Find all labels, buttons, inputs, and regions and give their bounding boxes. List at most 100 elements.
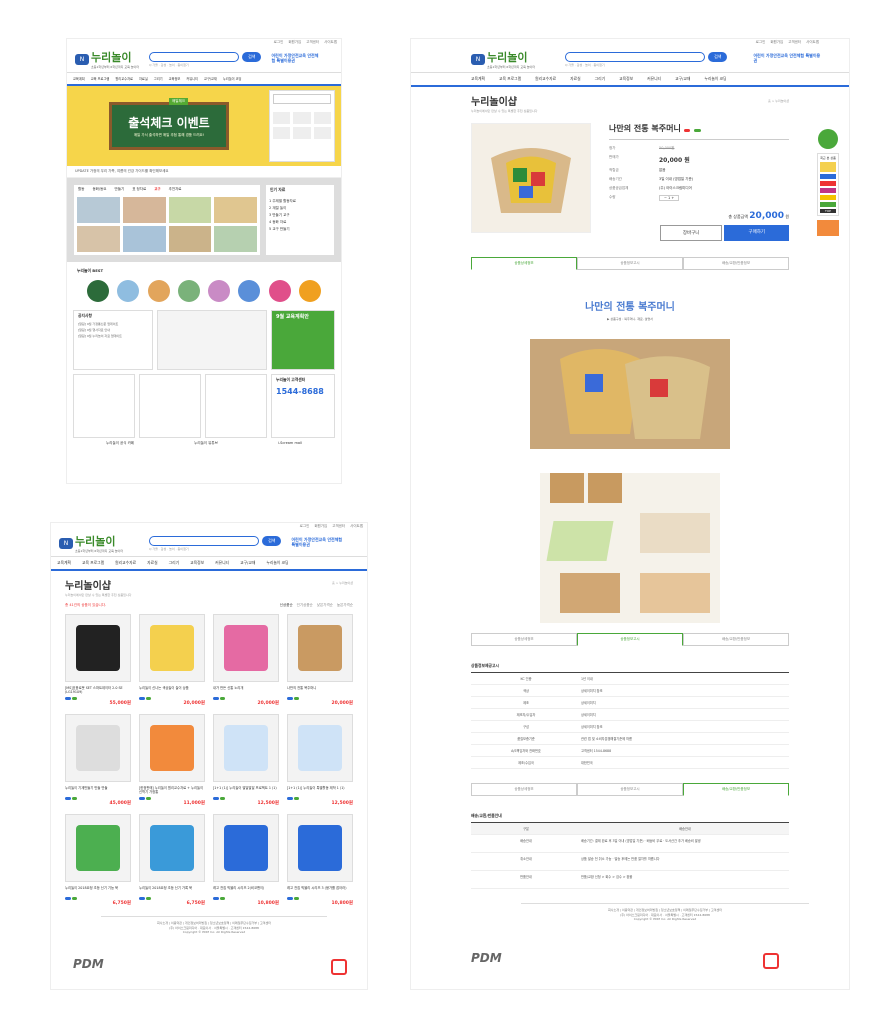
- rank-item[interactable]: 5 교구 만들기: [269, 226, 331, 233]
- menu-item[interactable]: 누리놀이 코딩: [704, 76, 726, 82]
- util-sitemap[interactable]: 사이트맵: [324, 40, 337, 45]
- menu-item[interactable]: 교구/교재: [204, 76, 217, 81]
- menu-item[interactable]: 누리놀이 코딩: [266, 560, 288, 566]
- thumb[interactable]: [122, 226, 166, 252]
- thumb[interactable]: [77, 226, 120, 252]
- tab-shipping[interactable]: 배송/교환/반품정보: [683, 257, 789, 270]
- product-thumb[interactable]: [139, 714, 205, 782]
- product-thumb[interactable]: [65, 714, 131, 782]
- product-card[interactable]: 나만의 전통 복주머니 20,000원: [287, 614, 353, 706]
- quick-icon[interactable]: [313, 127, 331, 139]
- tab-material[interactable]: 표 정자료: [132, 187, 146, 192]
- side-banner[interactable]: [817, 220, 839, 236]
- product-name[interactable]: [MS]호응로봇 SET 스마트데이터 2.0 SE (LG19109): [65, 682, 131, 696]
- quick-icon[interactable]: [273, 127, 291, 139]
- product-thumb[interactable]: [139, 614, 205, 682]
- thumb[interactable]: [122, 197, 166, 223]
- menu-item[interactable]: 교육 프로그램: [499, 76, 521, 82]
- board-box[interactable]: [139, 374, 201, 438]
- cart-button[interactable]: 장바구니: [659, 225, 723, 241]
- product-name[interactable]: 나만의 전통 복주머니: [287, 682, 353, 696]
- youtube-link[interactable]: 누리놀이 유튜브: [194, 441, 218, 446]
- product-card[interactable]: 내가 만든 신통 노리개 20,000원: [213, 614, 279, 706]
- product-card[interactable]: 누리놀이 2018요정 초등 신기 가록 북 6,750원: [139, 814, 205, 906]
- top-button[interactable]: TOP: [820, 209, 836, 213]
- instagram-icon[interactable]: [820, 188, 836, 193]
- thumb[interactable]: [168, 226, 212, 252]
- menu-item[interactable]: 교육정보: [190, 560, 204, 566]
- quantity-stepper[interactable]: − 1 +: [659, 195, 680, 201]
- product-thumb[interactable]: [65, 814, 131, 882]
- quick-icon[interactable]: [293, 112, 311, 124]
- tab-notice[interactable]: 상품정보고시: [577, 783, 683, 796]
- best-item[interactable]: [87, 280, 110, 302]
- product-thumb[interactable]: [287, 814, 353, 882]
- product-card[interactable]: [한정판매] 누리놀이 원리교수자료 + 누리놀이 신학기 가정통 11,000…: [139, 714, 205, 806]
- menu-item[interactable]: 교육계획: [471, 76, 485, 82]
- menu-item[interactable]: 원리교수자료: [115, 76, 133, 81]
- blog-icon[interactable]: [820, 202, 836, 207]
- rank-item[interactable]: 3 만들기 교구: [269, 212, 331, 219]
- util-cs[interactable]: 고객센터: [306, 40, 319, 45]
- breadcrumb[interactable]: 홈 > 누리놀이샵: [332, 581, 353, 585]
- search-button[interactable]: 검색: [242, 51, 262, 62]
- menu-item[interactable]: 커뮤니티: [215, 560, 229, 566]
- best-item[interactable]: [268, 280, 291, 302]
- menu-item[interactable]: 그리기: [169, 560, 179, 566]
- search-input[interactable]: [565, 51, 706, 62]
- product-thumb[interactable]: [139, 814, 205, 882]
- sort-popular[interactable]: 인기상품순: [297, 603, 313, 608]
- rank-item[interactable]: 2 계절 놀이: [269, 205, 331, 212]
- menu-item[interactable]: 누리놀이 코딩: [223, 76, 242, 81]
- promo-banner[interactable]: 어린이 가정안전교육 안전체험 특별이용권: [291, 537, 345, 548]
- tab-story[interactable]: 동화/동요: [92, 187, 106, 192]
- menu-item[interactable]: 교육 프로그램: [91, 76, 110, 81]
- tab-shipping[interactable]: 배송/교환/반품정보: [683, 783, 789, 796]
- thumb[interactable]: [214, 197, 257, 223]
- promo-banner[interactable]: 어린이 가정안전교육 안전체험 특별이용권: [271, 53, 319, 64]
- cafe-link[interactable]: 누리놀이 공식 카페: [106, 441, 134, 446]
- product-card[interactable]: [1+1 (1)] 누리놀이 특별활동 제작 1 (1) 12,500원: [287, 714, 353, 806]
- product-thumb[interactable]: [287, 614, 353, 682]
- product-card[interactable]: 레고 전집 빅블리 시리즈 3 (붕가를 잡아라) 10,800원: [287, 814, 353, 906]
- main-banner[interactable]: 매일체크 출석체크 이벤트 매일 가서 출석하면 매일 추첨 통해 경품 드려요…: [67, 86, 341, 166]
- util-sitemap[interactable]: 사이트맵: [350, 524, 363, 529]
- mall-link[interactable]: i-Scream mall: [278, 441, 302, 446]
- product-name[interactable]: 레고 전집 빅블리 시리즈 3 (붕가를 잡아라): [287, 882, 353, 896]
- thumb[interactable]: [77, 197, 120, 223]
- quick-icon[interactable]: [273, 112, 291, 124]
- menu-item[interactable]: 교구/교재: [240, 560, 255, 566]
- logo[interactable]: N 누리놀이 초등1학년부터 6학년까지 교육 놀이터: [75, 49, 139, 69]
- product-name[interactable]: 누리놀이 2018요정 초등 신기 가록 북: [139, 882, 205, 896]
- menu-item[interactable]: 자료실: [139, 76, 148, 81]
- product-name[interactable]: 누리놀이 2018요정 초등 신기 기능 북: [65, 882, 131, 896]
- product-thumb[interactable]: [65, 614, 131, 682]
- product-thumb[interactable]: [213, 714, 279, 782]
- tab-detail[interactable]: 상품상세정보: [471, 783, 577, 796]
- tab-detail[interactable]: 상품상세정보: [471, 633, 577, 646]
- product-thumb[interactable]: [213, 814, 279, 882]
- youtube-icon[interactable]: [820, 181, 836, 186]
- menu-item[interactable]: 커뮤니티: [647, 76, 661, 82]
- recent-item[interactable]: [820, 162, 836, 172]
- menu-item[interactable]: 교육정보: [169, 76, 181, 81]
- menu-item[interactable]: 그리기: [154, 76, 163, 81]
- quick-icon[interactable]: [293, 127, 311, 139]
- util-login[interactable]: 로그인: [300, 524, 310, 529]
- menu-item[interactable]: 원리교수자료: [115, 560, 136, 566]
- util-join[interactable]: 회원가입: [314, 524, 327, 529]
- util-login[interactable]: 로그인: [274, 40, 284, 45]
- material-box[interactable]: [156, 310, 267, 370]
- best-item[interactable]: [238, 280, 261, 302]
- kakao-icon[interactable]: [820, 195, 836, 200]
- buy-button[interactable]: 구매하기: [724, 225, 789, 241]
- login-box[interactable]: [269, 90, 335, 162]
- menu-item[interactable]: 교육계획: [57, 560, 71, 566]
- news-box[interactable]: [205, 374, 267, 438]
- tab-notice[interactable]: 상품정보고시: [577, 633, 683, 646]
- tab-make[interactable]: 만들기: [115, 187, 125, 192]
- product-name[interactable]: 누리놀이 신나는 색상놀이 놀이 상품: [139, 682, 205, 696]
- menu-item[interactable]: 그리기: [595, 76, 605, 82]
- menu-item[interactable]: 교육 프로그램: [82, 560, 104, 566]
- product-name[interactable]: [1+1 (1)] 누리놀이 특별활동 제작 1 (1): [287, 782, 353, 796]
